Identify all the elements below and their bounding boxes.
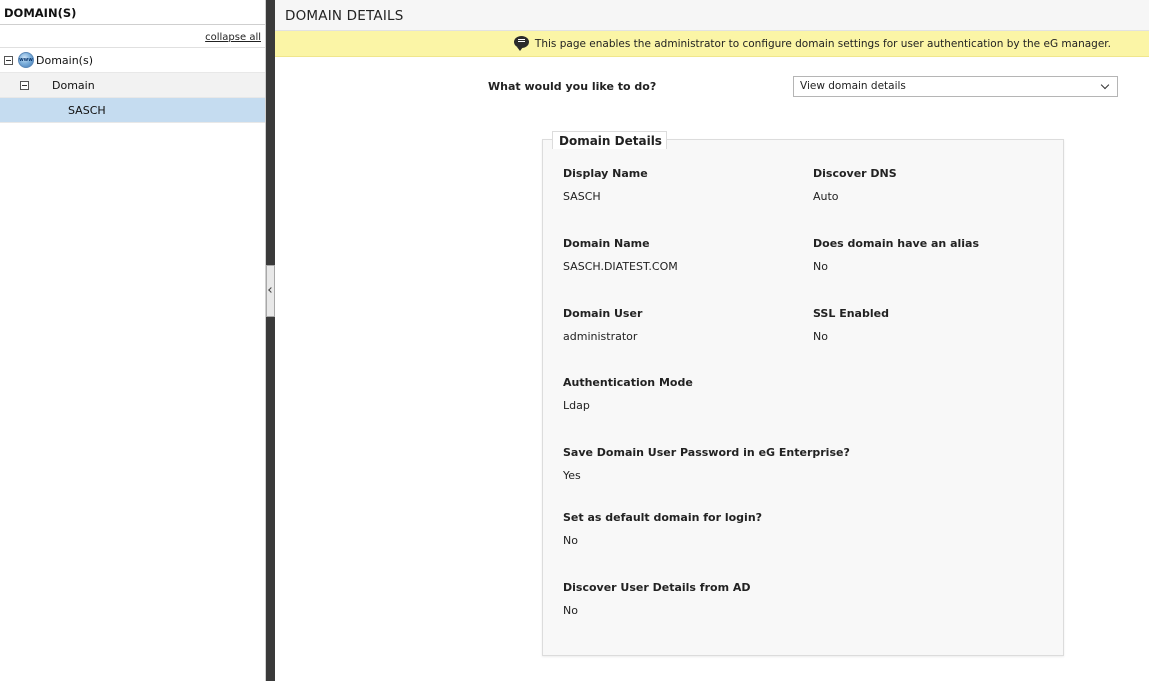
www-globe-icon: www: [18, 52, 34, 68]
discover-dns-label: Discover DNS: [813, 167, 897, 180]
discover-ad-value: No: [563, 604, 578, 617]
default-domain-value: No: [563, 534, 578, 547]
discover-dns-value: Auto: [813, 190, 839, 203]
speech-bubble-icon: [513, 35, 529, 51]
save-password-value: Yes: [563, 469, 581, 482]
domain-user-label: Domain User: [563, 307, 643, 320]
domain-details-panel: DOMAIN DETAILS This page enables the adm…: [275, 0, 1149, 681]
collapse-all-link[interactable]: collapse all: [205, 32, 261, 43]
auth-mode-label: Authentication Mode: [563, 376, 693, 389]
display-name-label: Display Name: [563, 167, 648, 180]
ssl-enabled-value: No: [813, 330, 828, 343]
domain-details-card: Domain Details Display Name SASCH Discov…: [542, 131, 1064, 656]
info-banner: This page enables the administrator to c…: [275, 31, 1149, 57]
default-domain-field: Set as default domain for login? No: [563, 511, 762, 547]
save-password-field: Save Domain User Password in eG Enterpri…: [563, 446, 850, 482]
card-title: Domain Details: [552, 131, 667, 149]
domain-name-value: SASCH.DIATEST.COM: [563, 260, 678, 273]
domain-tree-panel: DOMAIN(S) collapse all www Domain(s) Dom…: [0, 0, 266, 681]
discover-ad-field: Discover User Details from AD No: [563, 581, 751, 617]
collapse-panel-handle-icon[interactable]: [266, 265, 275, 317]
domain-user-value: administrator: [563, 330, 638, 343]
collapse-toggle-icon[interactable]: [20, 80, 29, 90]
chevron-down-icon: [1100, 80, 1110, 90]
display-name-value: SASCH: [563, 190, 601, 203]
tree-item-label: SASCH: [68, 103, 106, 117]
info-text: This page enables the administrator to c…: [534, 37, 1111, 50]
domain-name-field: Domain Name SASCH.DIATEST.COM: [563, 237, 678, 273]
action-question-label: What would you like to do?: [488, 80, 657, 93]
panel-splitter[interactable]: [266, 0, 275, 681]
save-password-label: Save Domain User Password in eG Enterpri…: [563, 446, 850, 459]
display-name-field: Display Name SASCH: [563, 167, 648, 203]
ssl-enabled-label: SSL Enabled: [813, 307, 889, 320]
collapse-toggle-icon[interactable]: [4, 55, 13, 65]
action-select[interactable]: View domain details: [793, 76, 1118, 97]
action-select-value: View domain details: [800, 80, 906, 92]
discover-dns-field: Discover DNS Auto: [813, 167, 897, 203]
action-row: What would you like to do? View domain d…: [275, 76, 1149, 98]
discover-ad-label: Discover User Details from AD: [563, 581, 751, 594]
tree-root-label: Domain(s): [36, 53, 93, 67]
domain-alias-label: Does domain have an alias: [813, 237, 980, 250]
domain-name-label: Domain Name: [563, 237, 650, 250]
auth-mode-field: Authentication Mode Ldap: [563, 376, 693, 412]
page-title: DOMAIN DETAILS: [275, 0, 1149, 31]
tree-domain-group-label: Domain: [52, 78, 95, 92]
auth-mode-value: Ldap: [563, 399, 590, 412]
default-domain-label: Set as default domain for login?: [563, 511, 763, 524]
tree-domain-group-row[interactable]: Domain: [0, 73, 265, 98]
panel-title: DOMAIN(S): [0, 0, 265, 25]
domain-alias-value: No: [813, 260, 828, 273]
domain-user-field: Domain User administrator: [563, 307, 642, 343]
tree-root-row[interactable]: www Domain(s): [0, 48, 265, 73]
collapse-row: collapse all: [0, 25, 265, 48]
domain-alias-field: Does domain have an alias No: [813, 237, 979, 273]
tree-item-sasch[interactable]: SASCH: [0, 98, 265, 123]
ssl-enabled-field: SSL Enabled No: [813, 307, 889, 343]
